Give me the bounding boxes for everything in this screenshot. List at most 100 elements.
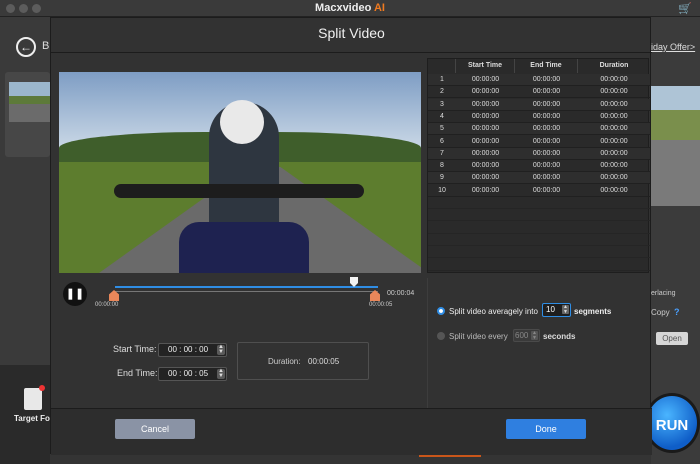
split-every-label: Split video every [449,332,508,341]
video-thumbnail [9,82,50,122]
row-cell: 00:00:00 [532,186,561,194]
row-index: 3 [440,100,444,108]
row-cell: 00:00:00 [600,137,628,145]
cancel-button[interactable]: Cancel [115,419,195,439]
row-cell: 00:00:00 [600,186,628,194]
table-row[interactable]: 9 00:00:00 00:00:00 00:00:00 [428,172,650,185]
split-average-label: Split video averagely into [449,307,538,316]
row-index: 4 [440,112,444,120]
deinterlacing-label: erlacing [651,290,676,297]
title-bar: Macxvideo AI 🛒 [0,0,700,17]
seconds-stepper[interactable]: ▲ ▼ [531,331,538,340]
row-cell: 00:00:00 [600,125,628,133]
table-row[interactable]: 6 00:00:00 00:00:00 00:00:00 [428,136,650,148]
row-cell: 00:00:00 [471,112,500,120]
row-cell: 00:00:00 [471,162,500,170]
row-cell: 00:00:00 [532,100,561,108]
timeline-start-time: 00:00:00 [95,302,119,308]
auto-copy-label: Copy [651,308,670,317]
video-motorcycle [179,222,309,273]
row-cell: 00:00:00 [600,149,628,157]
row-index: 1 [440,76,444,83]
start-time-label: Start Time: [113,344,157,354]
table-header-end: End Time [515,59,578,73]
table-row[interactable]: 8 00:00:00 00:00:00 00:00:00 [428,160,650,173]
app-title: Macxvideo AI [315,2,385,14]
target-format-icon[interactable] [24,385,45,410]
row-cell: 00:00:00 [532,76,561,83]
end-time-label: End Time: [117,368,158,378]
table-header-index [428,59,456,73]
table-row[interactable]: 10 00:00:00 00:00:00 00:00:00 [428,185,650,197]
done-button[interactable]: Done [506,419,586,439]
table-row[interactable]: 4 00:00:00 00:00:00 00:00:00 [428,111,650,123]
seconds-label: seconds [543,332,576,341]
row-index: 8 [440,162,444,170]
empty-table-row [428,222,650,234]
empty-table-row [428,197,650,209]
row-cell: 00:00:00 [600,100,628,108]
row-cell: 00:00:00 [471,186,500,194]
segments-label: segments [574,307,612,316]
split-every-radio[interactable] [437,332,445,340]
cart-icon[interactable]: 🛒 [678,2,692,15]
holiday-offer-link[interactable]: iday Offer> [651,42,695,52]
timeline-end-time: 00:00:05 [369,302,393,308]
row-cell: 00:00:00 [532,149,561,157]
row-cell: 00:00:00 [600,76,628,83]
empty-table-row [428,234,650,246]
row-index: 2 [440,88,444,96]
duration-value: 00:00:05 [308,357,340,366]
row-cell: 00:00:00 [532,174,561,182]
row-index: 7 [440,149,444,157]
title-divider [51,52,652,53]
preview-thumbnail [651,86,700,206]
table-row[interactable]: 1 00:00:00 00:00:00 00:00:00 [428,74,650,86]
end-time-stepper[interactable]: ▲ ▼ [217,368,225,379]
segments-input[interactable]: 10 ▲ ▼ [542,303,571,317]
start-time-value: 00 : 00 : 00 [168,345,209,354]
row-cell: 00:00:00 [532,137,561,145]
row-cell: 00:00:00 [532,125,561,133]
start-time-stepper[interactable]: ▲ ▼ [217,344,225,355]
split-average-radio[interactable] [437,307,445,315]
row-cell: 00:00:00 [600,174,628,182]
video-helmet [220,100,264,144]
pause-button[interactable]: ❚❚ [63,282,87,306]
run-button[interactable]: RUN [644,393,700,453]
empty-table-row [428,246,650,259]
empty-table-row [428,209,650,222]
end-time-field[interactable]: 00 : 00 : 05 ▲ ▼ [158,367,227,381]
table-header-duration: Duration [599,62,629,69]
row-cell: 00:00:00 [471,76,500,83]
table-header-start: Start Time [456,59,515,73]
table-row[interactable]: 5 00:00:00 00:00:00 00:00:00 [428,123,650,136]
app-window: Macxvideo AI 🛒 ← B Target Fo iday Offer>… [0,0,700,464]
row-index: 5 [440,125,444,133]
open-folder-button[interactable]: Open [656,332,688,345]
table-row[interactable]: 7 00:00:00 00:00:00 00:00:00 [428,147,650,160]
dialog-title: Split Video [318,25,385,41]
timeline-baseline [115,291,378,292]
back-arrow-icon[interactable]: ← [16,37,36,57]
segments-value: 10 [546,305,555,314]
row-cell: 00:00:00 [600,88,628,96]
split-video-dialog: Split Video ❚❚ 00:00:00 00:00:05 00:00:0… [50,17,652,455]
timeline-track[interactable] [115,286,378,288]
seconds-input[interactable]: 600 ▲ ▼ [513,329,540,342]
video-item-card[interactable] [5,72,50,157]
row-index: 9 [440,174,444,182]
table-row[interactable]: 3 00:00:00 00:00:00 00:00:00 [428,98,650,111]
row-cell: 00:00:00 [600,112,628,120]
row-cell: 00:00:00 [532,162,561,170]
segments-table: Start Time End Time Duration 1 00:00:00 00… [427,58,650,273]
table-row[interactable]: 2 00:00:00 00:00:00 00:00:00 [428,86,650,99]
help-icon[interactable]: ? [674,307,680,317]
back-label: B [42,40,50,52]
options-divider [427,278,428,408]
row-index: 10 [438,186,446,194]
row-cell: 00:00:00 [471,88,500,96]
segments-stepper[interactable]: ▲ ▼ [562,305,569,314]
end-time-value: 00 : 00 : 05 [168,369,209,378]
start-time-field[interactable]: 00 : 00 : 00 ▲ ▼ [158,343,227,357]
